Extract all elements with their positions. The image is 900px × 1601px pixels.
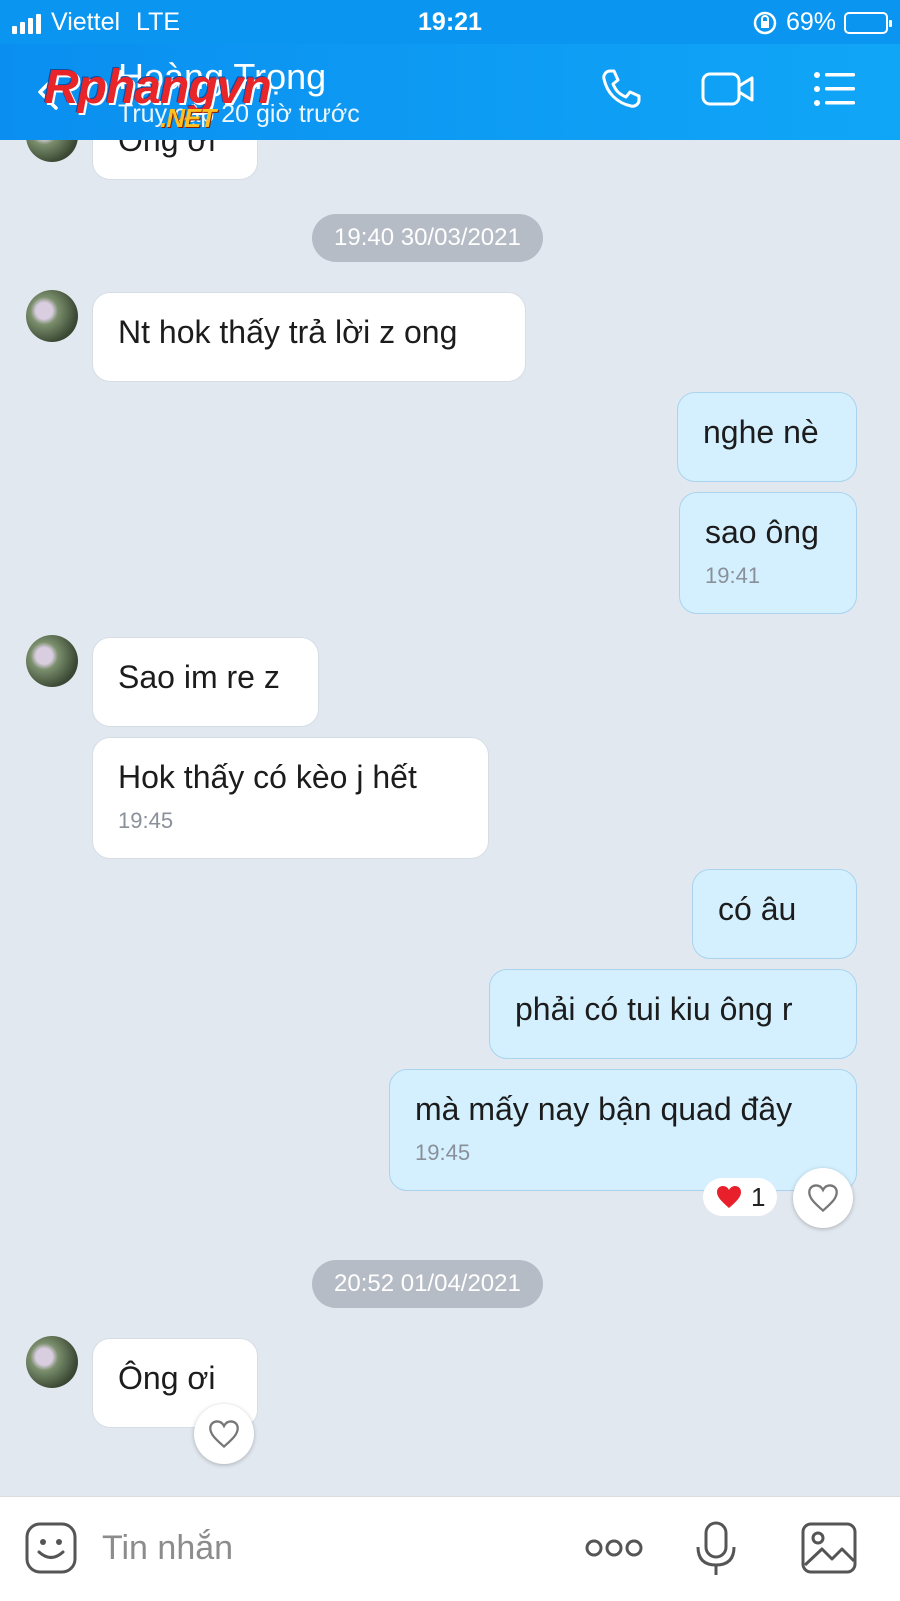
message-incoming[interactable]: Sao im re z xyxy=(92,637,319,727)
message-outgoing[interactable]: mà mấy nay bận quad đây 19:45 xyxy=(389,1069,857,1191)
video-call-icon[interactable] xyxy=(700,66,756,112)
react-button[interactable] xyxy=(793,1168,853,1228)
reaction-count: 1 xyxy=(751,1181,766,1212)
avatar[interactable] xyxy=(26,635,78,687)
message-outgoing[interactable]: sao ông 19:41 xyxy=(679,492,857,614)
message-text: Hok thấy có kèo j hết xyxy=(118,759,417,795)
avatar[interactable] xyxy=(26,290,78,342)
message-text: Nt hok thấy trả lời z ong xyxy=(118,314,458,350)
microphone-icon[interactable] xyxy=(694,1521,738,1579)
message-time: 19:45 xyxy=(415,1140,471,1166)
message-text: có âu xyxy=(718,891,797,927)
image-icon[interactable] xyxy=(800,1521,858,1575)
message-text: Ông ơi xyxy=(118,1360,216,1396)
message-text: sao ông xyxy=(705,514,819,550)
heart-icon xyxy=(717,1186,741,1208)
battery-icon xyxy=(844,11,892,34)
message-input[interactable]: Tin nhắn xyxy=(102,1529,233,1568)
message-text: Ông ơi xyxy=(118,140,216,158)
message-text: nghe nè xyxy=(703,414,819,450)
date-separator: 19:40 30/03/2021 xyxy=(312,214,543,262)
avatar[interactable] xyxy=(26,140,78,162)
watermark-logo: Rphangvn .NET xyxy=(44,60,272,134)
message-incoming[interactable]: Ông ơi xyxy=(92,140,258,180)
message-outgoing[interactable]: phải có tui kiu ông r xyxy=(489,969,857,1059)
heart-outline-icon xyxy=(808,1184,838,1213)
message-time: 19:45 xyxy=(118,808,174,834)
heart-outline-icon xyxy=(209,1420,239,1449)
message-outgoing[interactable]: có âu xyxy=(692,869,857,959)
more-icon[interactable] xyxy=(584,1521,644,1575)
watermark-main: Rphangvn xyxy=(44,61,272,114)
orientation-lock-icon xyxy=(753,11,777,34)
message-time: 19:41 xyxy=(705,563,761,589)
status-right: 69% xyxy=(752,8,892,37)
message-input-bar: Tin nhắn xyxy=(0,1496,900,1601)
message-text: phải có tui kiu ông r xyxy=(515,991,793,1027)
message-incoming[interactable]: Hok thấy có kèo j hết 19:45 xyxy=(92,737,489,859)
message-incoming[interactable]: Nt hok thấy trả lời z ong xyxy=(92,292,526,382)
menu-icon[interactable] xyxy=(812,66,858,112)
phone-icon[interactable] xyxy=(598,66,644,112)
sticker-icon[interactable] xyxy=(24,1521,78,1575)
status-bar: Viettel LTE 19:21 69% xyxy=(0,0,900,44)
avatar[interactable] xyxy=(26,1336,78,1388)
date-separator: 20:52 01/04/2021 xyxy=(312,1260,543,1308)
message-text: mà mấy nay bận quad đây xyxy=(415,1091,793,1127)
battery-percent: 69% xyxy=(785,8,836,36)
message-text: Sao im re z xyxy=(118,659,280,695)
message-list[interactable]: Ông ơi 19:40 30/03/2021 Nt hok thấy trả … xyxy=(0,140,900,1496)
react-button[interactable] xyxy=(194,1404,254,1464)
reaction-count-badge[interactable]: 1 xyxy=(703,1178,778,1216)
message-outgoing[interactable]: nghe nè xyxy=(677,392,857,482)
